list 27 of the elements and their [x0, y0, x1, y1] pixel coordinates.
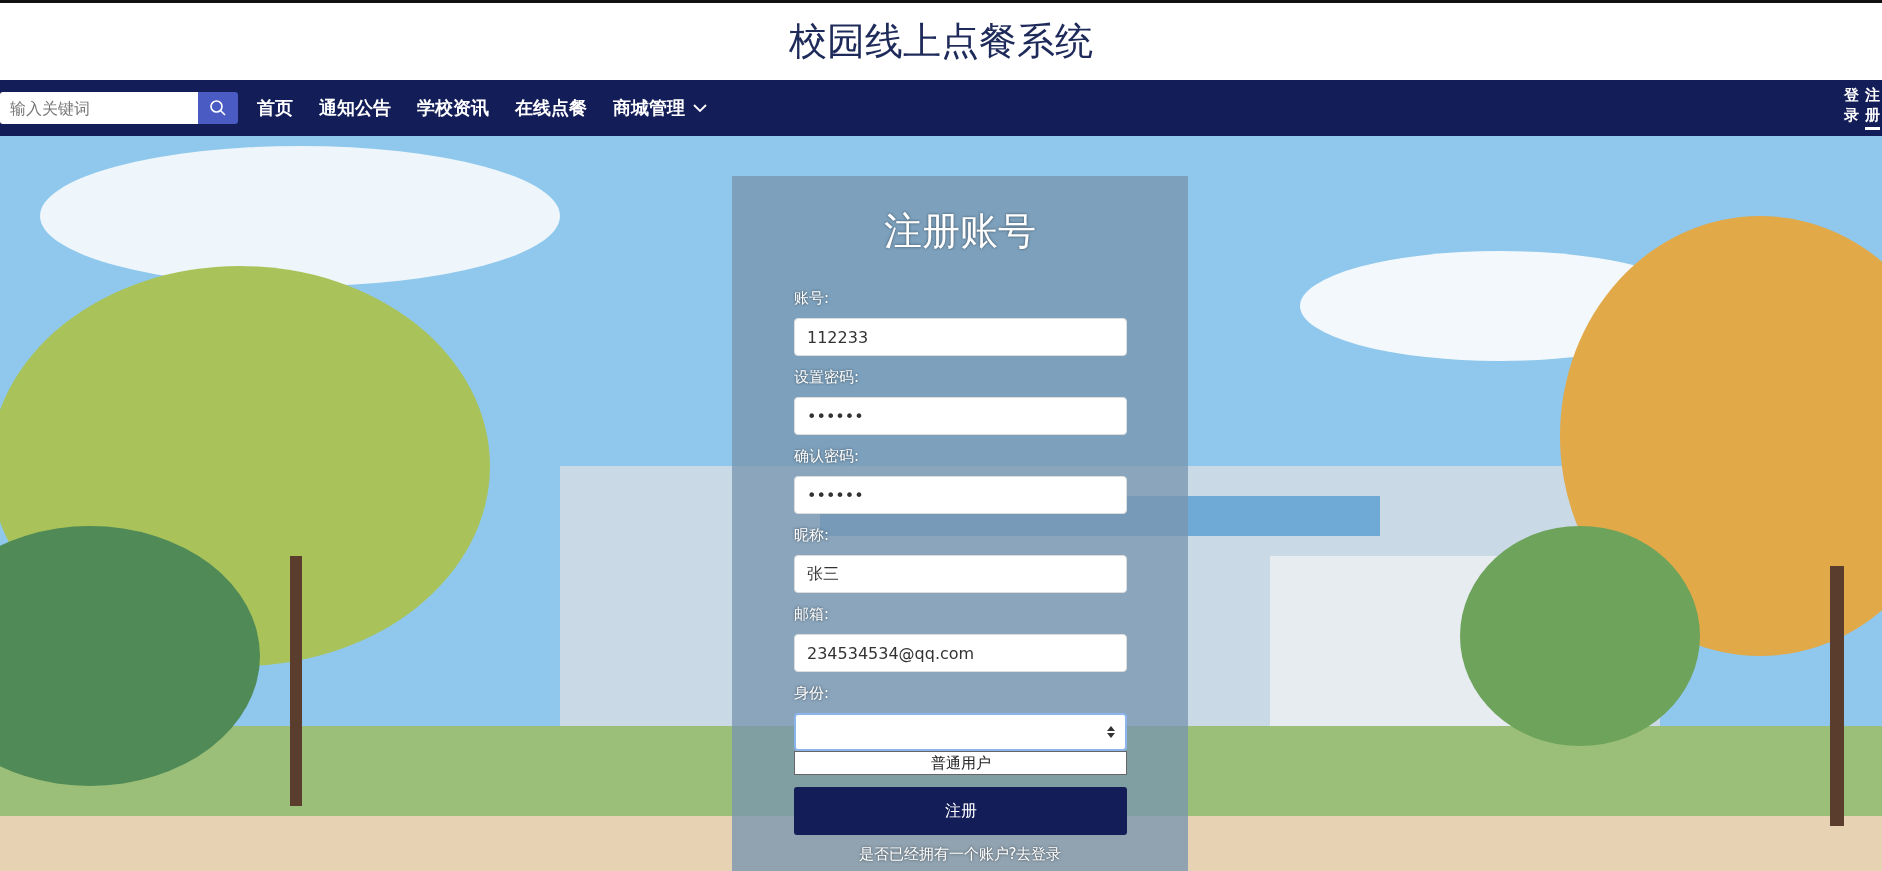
password-field[interactable]: ••••••	[794, 397, 1127, 435]
account-link[interactable]: 注册	[1865, 86, 1880, 130]
register-button[interactable]: 注册	[794, 787, 1127, 835]
sort-arrows-icon	[1107, 726, 1115, 738]
search-button[interactable]	[198, 92, 238, 124]
search-icon	[209, 99, 227, 117]
field-label: 确认密码:	[794, 447, 860, 466]
text-field[interactable]: 张三	[794, 555, 1127, 593]
text-field[interactable]: 234534534@qq.com	[794, 634, 1127, 672]
site-title: 校园线上点餐系统	[789, 18, 1093, 65]
nav-item[interactable]: 首页	[244, 96, 306, 120]
nav-item[interactable]: 商城管理	[600, 96, 720, 120]
form-title: 注册账号	[883, 208, 1037, 255]
chevron-down-icon	[693, 103, 707, 113]
search-field[interactable]: 输入关键词	[0, 92, 198, 124]
field-label: 账号:	[794, 289, 830, 308]
field-label: 邮箱:	[794, 605, 830, 624]
field-label: 昵称:	[794, 526, 830, 545]
nav-item[interactable]: 学校资讯	[404, 96, 502, 120]
nav-item[interactable]: 通知公告	[306, 96, 404, 120]
password-field[interactable]: ••••••	[794, 476, 1127, 514]
nav-item[interactable]: 在线点餐	[502, 96, 600, 120]
field-label: 设置密码:	[794, 368, 860, 387]
dropdown-option[interactable]: 普通用户	[794, 751, 1127, 775]
field-label: 身份:	[794, 684, 830, 703]
text-field[interactable]: 112233	[794, 318, 1127, 356]
account-link[interactable]: 登录	[1844, 86, 1859, 130]
